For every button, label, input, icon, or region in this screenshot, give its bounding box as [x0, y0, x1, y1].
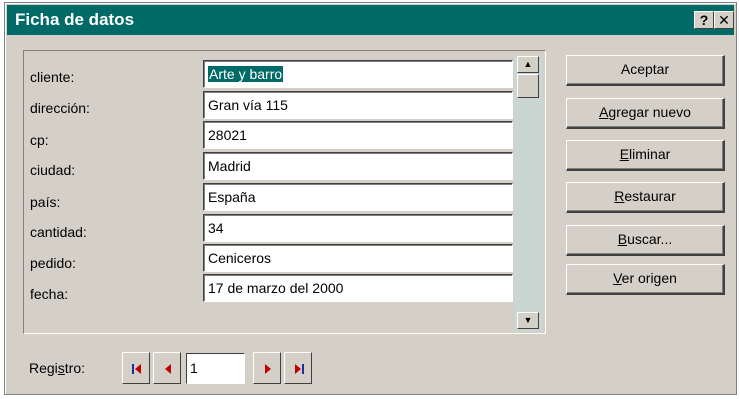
- cliente-field[interactable]: Arte y barro: [203, 60, 513, 88]
- ciudad-field[interactable]: Madrid: [203, 152, 513, 180]
- first-record-button[interactable]: [122, 352, 150, 384]
- ver-origen-label: er origen: [621, 270, 677, 286]
- previous-record-icon: [165, 364, 171, 374]
- ver-origen-button[interactable]: Ver origen: [566, 264, 725, 295]
- scroll-thumb[interactable]: [517, 74, 539, 98]
- close-button[interactable]: ✕: [714, 11, 734, 29]
- restaurar-button[interactable]: Restaurar: [566, 182, 725, 213]
- field-label-cliente: cliente:: [30, 69, 75, 85]
- previous-record-button[interactable]: [153, 352, 181, 384]
- aceptar-button[interactable]: Aceptar: [566, 55, 725, 86]
- cantidad-field[interactable]: 34: [203, 214, 513, 242]
- vertical-scrollbar[interactable]: ▲ ▼: [514, 56, 543, 331]
- pais-field[interactable]: España: [203, 183, 513, 211]
- field-label-direccion: dirección:: [30, 100, 90, 116]
- field-label-pais: país:: [30, 194, 61, 210]
- restaurar-label: estaurar: [624, 188, 676, 204]
- first-record-icon: [132, 364, 141, 374]
- scroll-down-arrow-icon[interactable]: ▼: [517, 312, 539, 329]
- pedido-field[interactable]: Ceniceros: [203, 244, 513, 272]
- data-form-dialog: Ficha de datos ? ✕ cliente: Arte y barro…: [4, 2, 737, 395]
- field-label-ciudad: ciudad:: [30, 162, 76, 178]
- last-record-icon: [295, 364, 304, 374]
- record-number-input[interactable]: 1: [186, 353, 245, 384]
- record-label: Registro:: [29, 360, 86, 376]
- eliminar-button[interactable]: Eliminar: [566, 140, 725, 171]
- direccion-field[interactable]: Gran vía 115: [203, 91, 513, 119]
- buscar-accel: B: [617, 231, 628, 247]
- help-button[interactable]: ?: [694, 11, 714, 29]
- buscar-button[interactable]: Buscar...: [566, 225, 725, 256]
- restaurar-accel: R: [614, 188, 625, 204]
- next-record-button[interactable]: [253, 352, 281, 384]
- field-label-fecha: fecha:: [30, 286, 69, 302]
- buscar-label: uscar...: [627, 231, 673, 247]
- agregar-accel: A: [599, 104, 609, 120]
- last-record-button[interactable]: [284, 352, 312, 384]
- agregar-nuevo-button[interactable]: Agregar nuevo: [566, 98, 725, 129]
- cp-field[interactable]: 28021: [203, 121, 513, 149]
- eliminar-accel: E: [619, 146, 630, 162]
- eliminar-label: liminar: [629, 146, 671, 162]
- scroll-up-arrow-icon[interactable]: ▲: [517, 56, 539, 73]
- agregar-label: gregar nuevo: [608, 104, 691, 120]
- field-label-cantidad: cantidad:: [30, 224, 87, 240]
- ver-origen-accel: V: [613, 270, 622, 286]
- dialog-title: Ficha de datos: [15, 10, 135, 29]
- field-label-cp: cp:: [30, 132, 49, 148]
- selected-text: Arte y barro: [208, 66, 284, 82]
- title-bar[interactable]: Ficha de datos ? ✕: [7, 5, 734, 35]
- next-record-icon: [265, 364, 271, 374]
- record-fields-panel: cliente: Arte y barro dirección: Gran ví…: [23, 50, 546, 334]
- field-label-pedido: pedido:: [30, 255, 76, 271]
- fecha-field[interactable]: 17 de marzo del 2000: [203, 274, 513, 302]
